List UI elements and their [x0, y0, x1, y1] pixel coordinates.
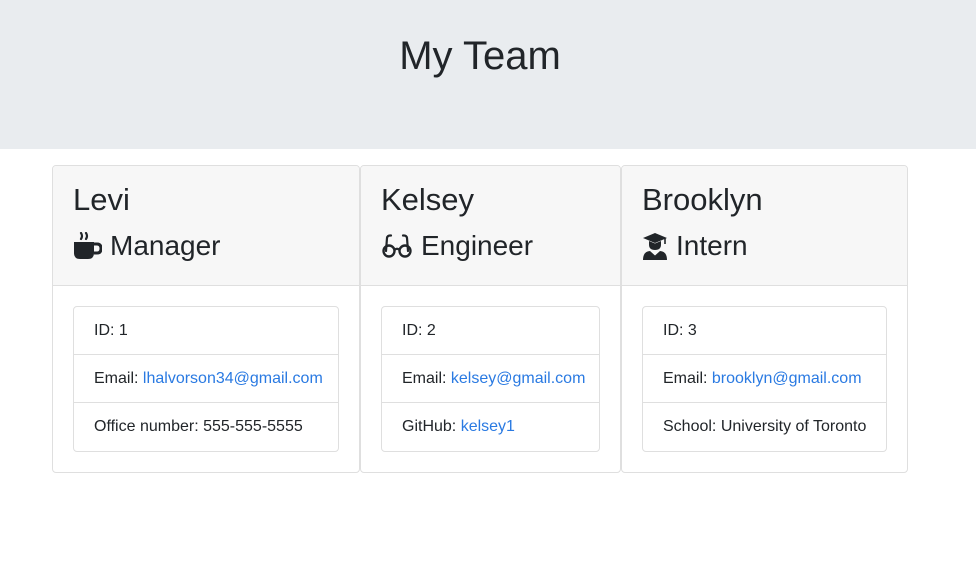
graduate-icon — [642, 232, 668, 260]
list-item-id: ID: 2 — [382, 307, 599, 355]
employee-card-manager: Levi Manager ID: 1 Email: lhalvorson34@g… — [52, 165, 360, 473]
list-item-email: Email: brooklyn@gmail.com — [643, 355, 886, 403]
list-item-email: Email: lhalvorson34@gmail.com — [74, 355, 338, 403]
email-label: Email: — [663, 369, 708, 387]
office-number-value: 555-555-5555 — [203, 418, 303, 435]
id-value: 1 — [118, 321, 128, 339]
office-number-label: Office number: — [94, 418, 199, 435]
details-list: ID: 3 Email: brooklyn@gmail.com School: … — [642, 306, 887, 452]
glasses-icon — [381, 234, 413, 258]
list-item-school: School: University of Toronto — [643, 403, 886, 451]
jumbotron-header: My Team — [0, 0, 976, 149]
employee-role: Intern — [642, 229, 887, 263]
email-link[interactable]: lhalvorson34@gmail.com — [143, 370, 323, 388]
role-label: Manager — [110, 230, 221, 261]
id-label: ID: — [402, 321, 423, 339]
list-item-github: GitHub: kelsey1 — [382, 403, 599, 451]
card-header: Levi Manager — [53, 166, 359, 286]
card-body: ID: 1 Email: lhalvorson34@gmail.com Offi… — [53, 286, 359, 472]
employee-card-intern: Brooklyn Intern ID: 3 Email: brooklyn@gm… — [621, 165, 908, 473]
list-item-id: ID: 3 — [643, 307, 886, 355]
employee-role: Manager — [73, 229, 339, 263]
id-value: 2 — [426, 321, 436, 339]
card-header: Kelsey Engineer — [361, 166, 620, 286]
details-list: ID: 1 Email: lhalvorson34@gmail.com Offi… — [73, 306, 339, 452]
employee-card-engineer: Kelsey Engineer ID: 2 Email: kelsey@gmai… — [360, 165, 621, 473]
school-value: University of Toronto — [720, 418, 867, 435]
id-label: ID: — [663, 321, 684, 339]
email-link[interactable]: kelsey@gmail.com — [451, 370, 586, 388]
card-body: ID: 3 Email: brooklyn@gmail.com School: … — [622, 286, 907, 472]
coffee-mug-icon — [73, 232, 102, 260]
list-item-id: ID: 1 — [74, 307, 338, 355]
details-list: ID: 2 Email: kelsey@gmail.com GitHub: ke… — [381, 306, 600, 452]
email-link[interactable]: brooklyn@gmail.com — [712, 370, 862, 388]
employee-role: Engineer — [381, 229, 600, 263]
list-item-office-number: Office number: 555-555-5555 — [74, 403, 338, 451]
email-label: Email: — [94, 369, 139, 387]
github-label: GitHub: — [402, 418, 457, 435]
employee-name: Levi — [73, 182, 130, 217]
employee-name: Kelsey — [381, 182, 475, 217]
list-item-email: Email: kelsey@gmail.com — [382, 355, 599, 403]
card-body: ID: 2 Email: kelsey@gmail.com GitHub: ke… — [361, 286, 620, 472]
card-header: Brooklyn Intern — [622, 166, 907, 286]
employee-name: Brooklyn — [642, 182, 763, 217]
role-label: Engineer — [421, 230, 534, 261]
id-label: ID: — [94, 321, 115, 339]
github-link[interactable]: kelsey1 — [461, 418, 515, 436]
email-label: Email: — [402, 369, 447, 387]
role-label: Intern — [676, 230, 748, 261]
id-value: 3 — [687, 321, 697, 339]
school-label: School: — [663, 418, 717, 435]
page-title: My Team — [399, 34, 561, 78]
